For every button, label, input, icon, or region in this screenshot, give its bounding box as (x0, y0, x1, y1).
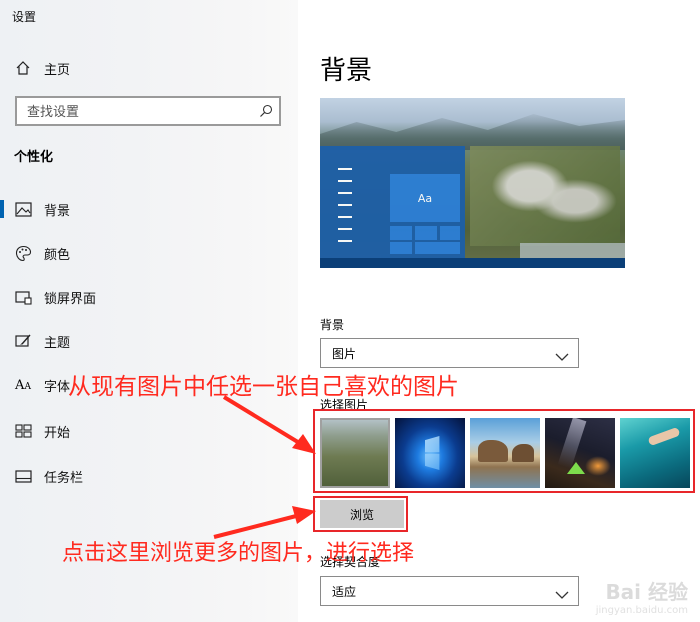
watermark: Bai 经验 jingyan.baidu.com (596, 576, 688, 616)
watermark-brand: Bai 经验 (605, 580, 688, 604)
annotation-arrows (213, 395, 316, 539)
annotation-pick-picture: 从现有图片中任选一张自己喜欢的图片 (68, 374, 459, 400)
annotation-browse-more: 点击这里浏览更多的图片，进行选择 (62, 541, 415, 566)
watermark-url: jingyan.baidu.com (595, 605, 688, 616)
